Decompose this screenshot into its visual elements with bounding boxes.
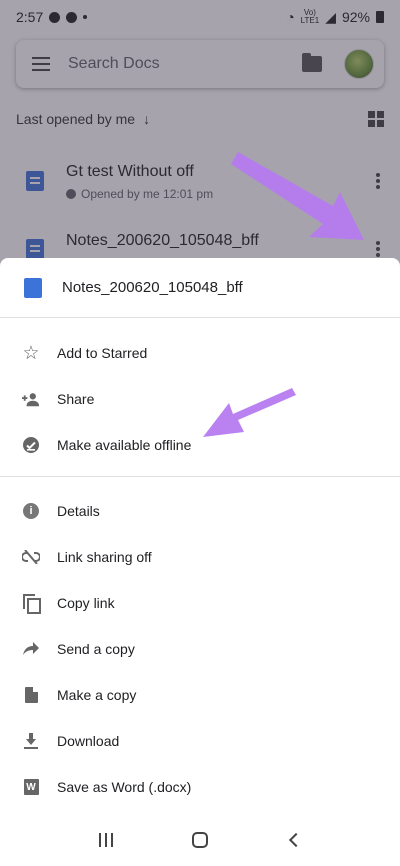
sheet-file-name: Notes_200620_105048_bff bbox=[62, 279, 243, 296]
menu-item-label: Share bbox=[57, 391, 95, 407]
add-to-starred-button[interactable]: ☆ Add to Starred bbox=[0, 330, 400, 376]
make-a-copy-button[interactable]: Make a copy bbox=[0, 672, 400, 718]
home-icon[interactable] bbox=[191, 832, 208, 848]
download-icon bbox=[24, 733, 38, 749]
menu-divider bbox=[0, 476, 400, 477]
share-button[interactable]: Share bbox=[0, 376, 400, 422]
menu-item-label: Copy link bbox=[57, 595, 115, 611]
menu-group-secondary: i Details Link sharing off Copy link Sen… bbox=[0, 488, 400, 810]
doc-file-icon bbox=[24, 277, 42, 298]
menu-item-label: Save as Word (.docx) bbox=[57, 779, 192, 795]
download-button[interactable]: Download bbox=[0, 718, 400, 764]
copy-link-button[interactable]: Copy link bbox=[0, 580, 400, 626]
link-sharing-off-button[interactable]: Link sharing off bbox=[0, 534, 400, 580]
add-person-icon bbox=[22, 390, 40, 408]
word-icon: W bbox=[23, 779, 39, 795]
back-icon[interactable] bbox=[288, 832, 303, 848]
menu-item-label: Make available offline bbox=[57, 437, 192, 453]
sheet-header: Notes_200620_105048_bff bbox=[0, 258, 400, 318]
menu-item-label: Link sharing off bbox=[57, 549, 152, 565]
menu-group-primary: ☆ Add to Starred Share Make available of… bbox=[0, 330, 400, 468]
system-navigation-bar bbox=[0, 814, 400, 866]
details-button[interactable]: i Details bbox=[0, 488, 400, 534]
star-icon: ☆ bbox=[22, 342, 40, 364]
copy-icon bbox=[23, 594, 41, 614]
file-actions-bottom-sheet: Notes_200620_105048_bff ☆ Add to Starred… bbox=[0, 258, 400, 866]
menu-item-label: Make a copy bbox=[57, 687, 137, 703]
send-a-copy-button[interactable]: Send a copy bbox=[0, 626, 400, 672]
recents-icon[interactable] bbox=[99, 833, 114, 847]
menu-item-label: Add to Starred bbox=[57, 345, 148, 361]
save-as-word-button[interactable]: W Save as Word (.docx) bbox=[0, 764, 400, 810]
make-available-offline-button[interactable]: Make available offline bbox=[0, 422, 400, 468]
menu-item-label: Send a copy bbox=[57, 641, 135, 657]
forward-icon bbox=[23, 642, 39, 655]
menu-item-label: Details bbox=[57, 503, 100, 519]
menu-item-label: Download bbox=[57, 733, 120, 749]
link-off-icon bbox=[22, 550, 40, 564]
file-copy-icon bbox=[24, 687, 38, 703]
info-icon: i bbox=[23, 503, 39, 519]
offline-check-icon bbox=[22, 436, 40, 454]
